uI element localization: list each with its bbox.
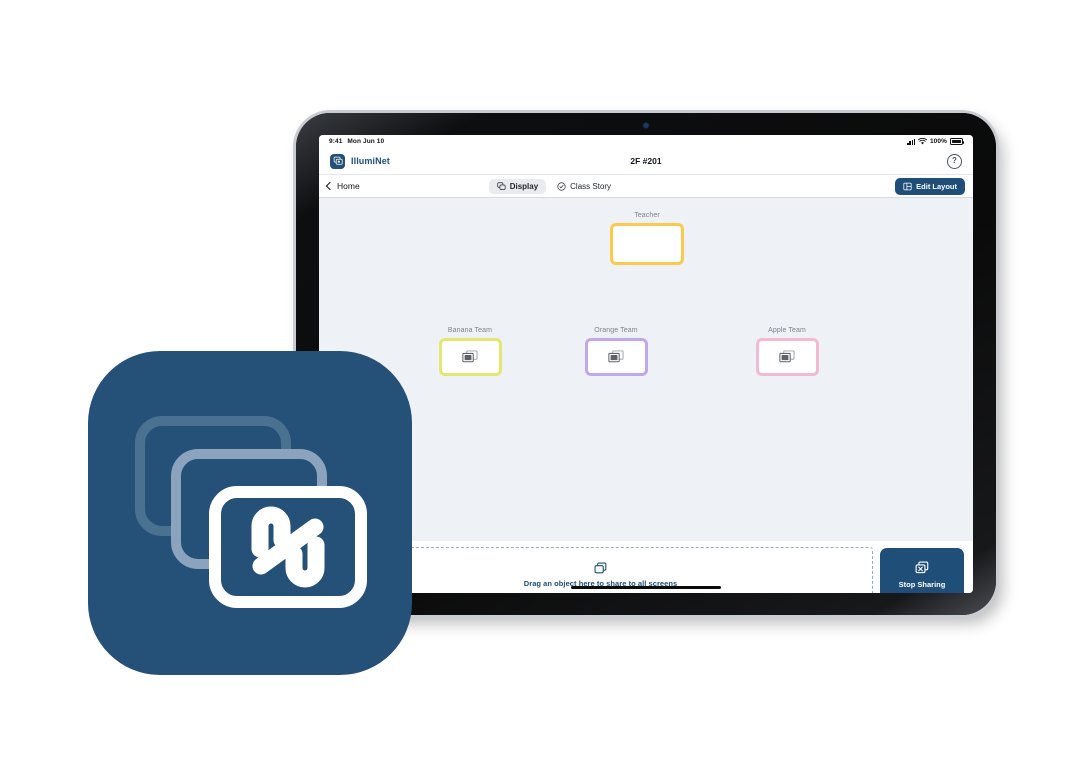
tab-display[interactable]: Display bbox=[488, 178, 547, 194]
brand-name: IllumiNet bbox=[351, 156, 390, 166]
team-screen-apple[interactable] bbox=[755, 338, 819, 376]
front-camera-icon bbox=[643, 123, 649, 128]
tab-group: Display Class Story bbox=[488, 178, 619, 194]
status-time: 9:41 bbox=[329, 138, 343, 145]
status-bar: 9:41 Mon Jun 10 100% bbox=[319, 135, 973, 148]
share-bar: Drag an object here to share to all scre… bbox=[319, 541, 973, 593]
screen-share-icon bbox=[779, 350, 795, 363]
page-title: 2F #201 bbox=[630, 156, 662, 166]
edit-layout-label: Edit Layout bbox=[916, 181, 957, 191]
screen-slot-teacher[interactable]: Teacher bbox=[598, 212, 696, 265]
battery-full-icon bbox=[950, 138, 965, 145]
teacher-screen[interactable] bbox=[610, 223, 684, 265]
team-screen-orange[interactable] bbox=[584, 338, 648, 376]
edit-layout-button[interactable]: Edit Layout bbox=[895, 177, 965, 195]
app-icon-artwork bbox=[135, 416, 367, 608]
cellular-signal-icon bbox=[907, 138, 915, 145]
screen-slot-apple-team[interactable]: Apple Team bbox=[729, 327, 845, 376]
tab-class-story[interactable]: Class Story bbox=[549, 179, 619, 194]
stacked-screens-icon bbox=[330, 153, 345, 169]
screen-label: Orange Team bbox=[594, 327, 638, 334]
tablet-screen: 9:41 Mon Jun 10 100% IllumiNet 2F #201 ?… bbox=[319, 135, 973, 593]
brand-logo[interactable]: IllumiNet bbox=[330, 153, 390, 169]
tab-class-story-label: Class Story bbox=[570, 181, 612, 191]
tab-display-label: Display bbox=[509, 181, 539, 191]
back-home-button[interactable]: Home bbox=[325, 181, 360, 191]
screen-label: Apple Team bbox=[768, 327, 806, 334]
check-circle-icon bbox=[557, 181, 566, 191]
help-icon[interactable]: ? bbox=[947, 153, 962, 169]
wifi-icon bbox=[917, 138, 927, 145]
back-home-label: Home bbox=[337, 181, 360, 191]
screen-slot-banana-team[interactable]: Banana Team bbox=[412, 327, 528, 376]
layout-grid-icon bbox=[903, 182, 912, 190]
status-date: Mon Jun 10 bbox=[347, 138, 385, 145]
layout-stage: Teacher Banana Team Orange Team Apple Te… bbox=[319, 198, 973, 541]
battery-percent-label: 100% bbox=[929, 138, 947, 145]
stop-sharing-button[interactable]: Stop Sharing bbox=[880, 548, 964, 593]
interlocking-n-logo-icon bbox=[251, 506, 325, 588]
stacked-screens-icon bbox=[497, 181, 506, 190]
team-screen-banana[interactable] bbox=[438, 338, 502, 376]
screen-share-icon bbox=[462, 350, 478, 363]
nav-bar: Home Display Class Story Edit Layout bbox=[319, 174, 973, 198]
screen-share-icon bbox=[608, 350, 624, 363]
chevron-left-icon bbox=[325, 181, 335, 191]
screen-label: Teacher bbox=[634, 212, 660, 219]
illuminet-app-icon bbox=[88, 351, 412, 675]
screen-slot-orange-team[interactable]: Orange Team bbox=[558, 327, 674, 376]
app-header: IllumiNet 2F #201 ? bbox=[319, 148, 973, 174]
stacked-screens-icon bbox=[594, 561, 607, 573]
stop-share-icon bbox=[915, 561, 929, 573]
home-indicator[interactable] bbox=[571, 586, 721, 589]
screen-label: Banana Team bbox=[447, 327, 493, 334]
stop-sharing-label: Stop Sharing bbox=[898, 579, 946, 589]
